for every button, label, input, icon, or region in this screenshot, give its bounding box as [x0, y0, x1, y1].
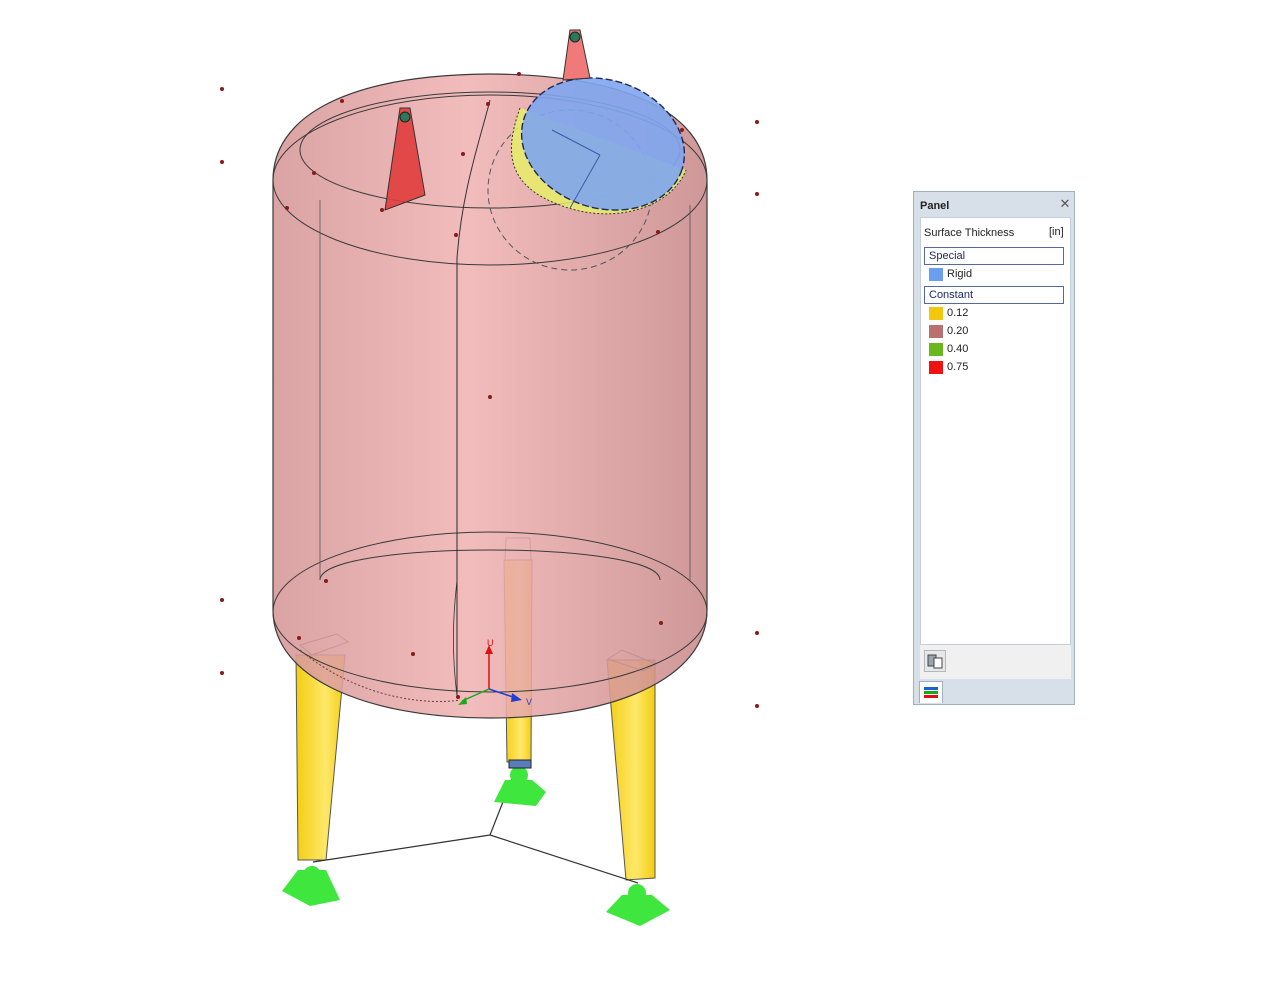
- layers-icon[interactable]: [919, 681, 943, 703]
- model-viewport[interactable]: U V: [0, 0, 1275, 999]
- legend-group-special: Special: [924, 247, 1064, 265]
- axis-u-label: U: [487, 638, 494, 648]
- panel-content: Surface Thickness [in] Special Rigid Con…: [920, 217, 1071, 645]
- panel: Panel ✕ Surface Thickness [in] Special R…: [913, 191, 1075, 705]
- legend-title: Surface Thickness: [924, 227, 1015, 239]
- swatch-040: [929, 343, 943, 356]
- swatch-020: [929, 325, 943, 338]
- panel-header: Panel ✕: [914, 192, 1074, 218]
- print-icon[interactable]: [924, 650, 946, 672]
- supports[interactable]: [282, 759, 670, 926]
- legend-unit: [in]: [1049, 226, 1064, 238]
- close-icon[interactable]: ✕: [1058, 197, 1072, 211]
- base-bracing[interactable]: [312, 765, 639, 884]
- panel-title: Panel: [920, 200, 950, 212]
- swatch-075: [929, 361, 943, 374]
- axis-v-label: V: [526, 697, 532, 707]
- legend-group-constant: Constant: [924, 286, 1064, 304]
- swatch-012: [929, 307, 943, 320]
- panel-footer: [920, 645, 1071, 679]
- swatch-rigid: [929, 268, 943, 281]
